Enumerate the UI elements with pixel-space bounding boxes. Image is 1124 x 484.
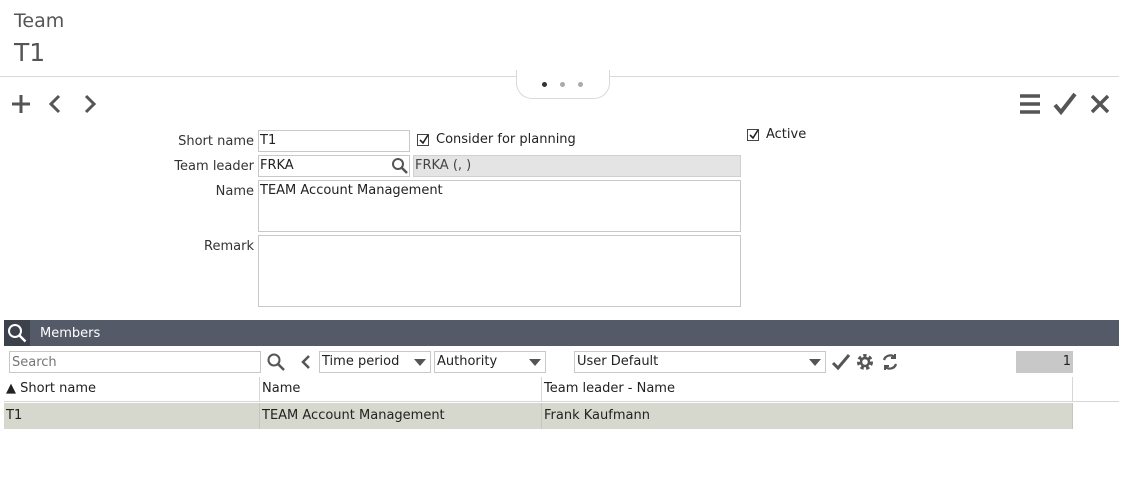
checkmark-icon[interactable] [1052, 91, 1077, 116]
cell-short-name: T1 [4, 403, 260, 429]
cell-team-leader: Frank Kaufmann [542, 403, 1073, 429]
layout-select[interactable]: User Default [574, 351, 826, 373]
column-header-team-leader[interactable]: Team leader - Name [542, 377, 1073, 401]
apply-checkmark-icon[interactable] [831, 352, 851, 372]
consider-planning-checkbox[interactable] [417, 134, 429, 146]
search-icon[interactable] [266, 352, 286, 372]
layout-value: User Default [577, 354, 659, 369]
page-title: T1 [14, 38, 46, 67]
page-dot-3[interactable] [578, 82, 583, 87]
column-header-short-name[interactable]: ▲ Short name [4, 377, 260, 401]
members-search-input[interactable] [9, 351, 261, 373]
time-period-select[interactable]: Time period [319, 351, 431, 373]
remark-textarea[interactable] [258, 235, 741, 307]
time-period-value: Time period [322, 354, 400, 369]
short-name-label: Short name [178, 134, 254, 149]
chevron-left-icon[interactable] [297, 352, 315, 372]
check-icon [419, 134, 429, 145]
members-title: Members [40, 326, 101, 341]
team-leader-display: FRKA (, ) [413, 155, 741, 177]
page-subtitle: Team [14, 10, 65, 32]
team-leader-label: Team leader [174, 159, 254, 174]
authority-value: Authority [437, 354, 498, 369]
chevron-right-icon[interactable] [78, 92, 102, 116]
header-filler [1073, 389, 1119, 402]
page-dot-2[interactable] [560, 82, 565, 87]
active-label: Active [766, 127, 807, 142]
refresh-icon[interactable] [880, 352, 900, 372]
members-search-button[interactable] [4, 320, 30, 346]
short-name-field[interactable]: T1 [258, 130, 410, 152]
team-leader-field[interactable]: FRKA [258, 155, 410, 177]
table-row[interactable]: T1 TEAM Account Management Frank Kaufman… [4, 403, 1073, 429]
chevron-down-icon [414, 359, 426, 366]
column-header-name[interactable]: Name [260, 377, 542, 401]
authority-select[interactable]: Authority [434, 351, 546, 373]
close-icon[interactable] [1088, 92, 1112, 116]
cell-name: TEAM Account Management [260, 403, 542, 429]
plus-icon[interactable] [9, 92, 33, 116]
remark-label: Remark [204, 239, 254, 254]
chevron-left-icon[interactable] [44, 92, 68, 116]
page-indicator[interactable] [516, 70, 610, 99]
gear-icon[interactable] [855, 352, 875, 372]
search-icon [8, 324, 27, 343]
name-textarea[interactable]: TEAM Account Management [258, 180, 741, 232]
check-icon [749, 129, 759, 140]
name-label: Name [215, 184, 254, 199]
chevron-down-icon [529, 359, 541, 366]
chevron-down-icon [809, 359, 821, 366]
consider-planning-label: Consider for planning [436, 132, 576, 147]
members-section-header [4, 320, 1119, 346]
page-dot-1[interactable] [542, 82, 547, 87]
members-table-header: ▲ Short name Name Team leader - Name [4, 377, 1073, 402]
record-count: 1 [1016, 351, 1073, 373]
search-icon[interactable] [391, 157, 409, 175]
menu-icon[interactable] [1018, 92, 1042, 116]
active-checkbox[interactable] [747, 129, 759, 141]
